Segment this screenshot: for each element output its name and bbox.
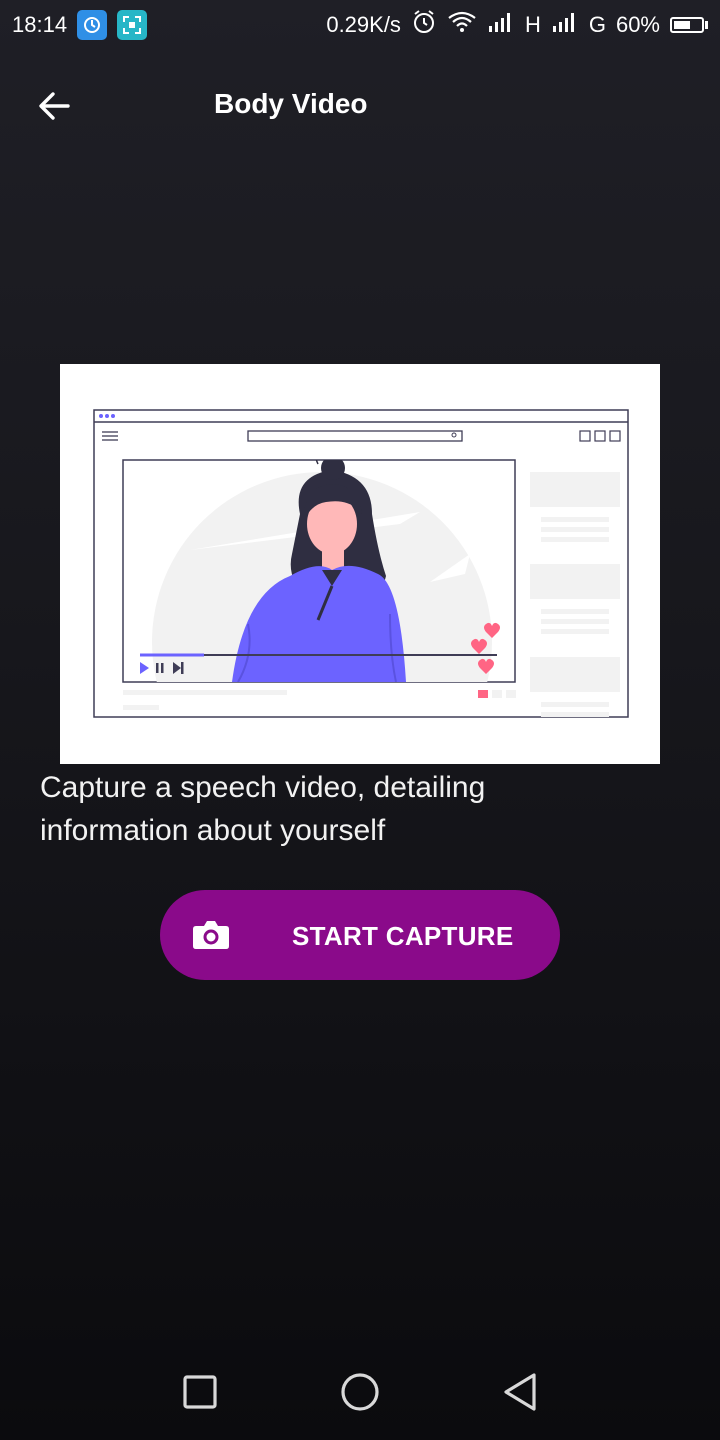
page-title: Body Video xyxy=(214,88,368,119)
signal-2-type: G xyxy=(588,12,606,37)
scan-app-icon xyxy=(117,10,148,40)
camera-icon xyxy=(192,920,230,955)
recent-apps-button[interactable] xyxy=(170,1362,230,1422)
back-button[interactable] xyxy=(28,82,80,130)
status-right: 0.29K/s H G 60% xyxy=(326,9,708,41)
status-time: 18:14 xyxy=(12,12,68,37)
home-button[interactable] xyxy=(330,1362,390,1422)
signal-icon xyxy=(551,10,579,40)
vpn-app-icon xyxy=(77,10,108,40)
wifi-icon xyxy=(447,10,477,40)
home-icon xyxy=(341,1373,379,1411)
back-nav-button[interactable] xyxy=(490,1362,550,1422)
back-triangle-icon xyxy=(504,1373,536,1411)
status-left: 18:14 xyxy=(12,10,148,40)
net-speed: 0.29K/s xyxy=(326,12,401,37)
alarm-icon xyxy=(411,9,437,41)
app-bar: Body Video xyxy=(0,60,720,150)
signal-1-type: H xyxy=(524,12,541,37)
battery-percent: 60% xyxy=(615,12,660,37)
battery-icon xyxy=(670,17,708,33)
capture-description: Capture a speech video, detailing inform… xyxy=(40,771,486,847)
recent-apps-icon xyxy=(183,1375,217,1409)
video-illustration xyxy=(60,364,660,764)
system-nav-bar xyxy=(0,1344,720,1440)
start-capture-label: START CAPTURE xyxy=(292,921,514,951)
signal-icon xyxy=(487,10,515,40)
arrow-left-icon xyxy=(39,92,70,120)
start-capture-button[interactable]: START CAPTURE xyxy=(160,890,560,980)
status-bar: 18:14 0.29K/s H G 60% xyxy=(0,0,720,50)
